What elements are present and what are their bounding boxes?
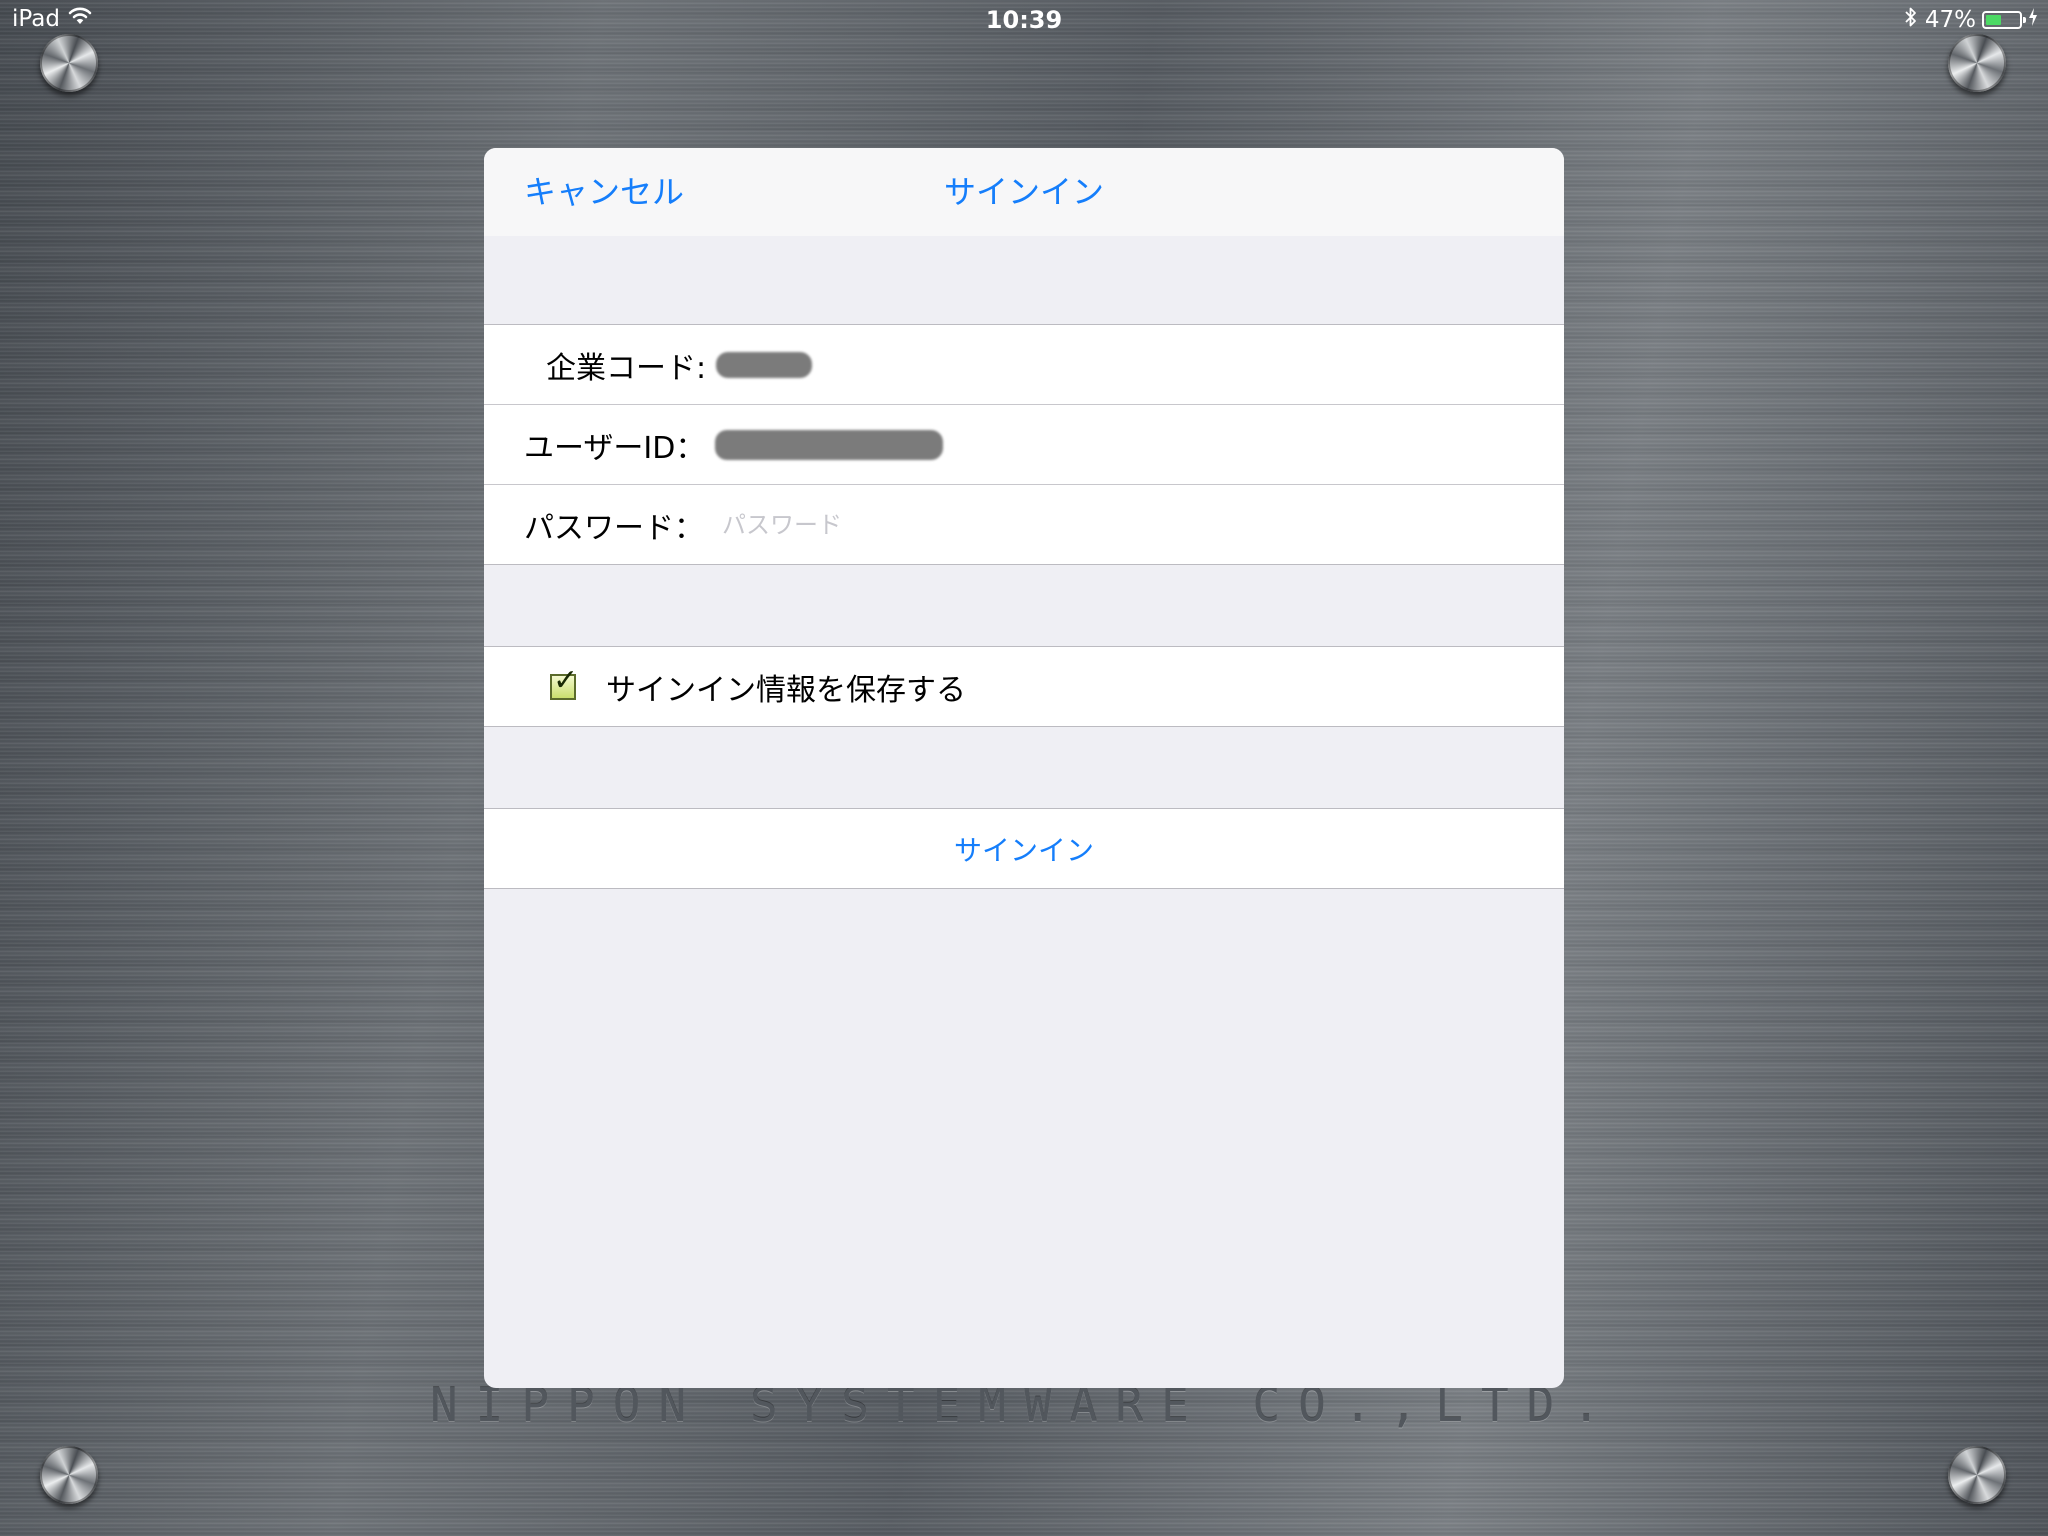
- save-info-label: サインイン情報を保存する: [606, 672, 966, 708]
- save-info-group: ✓ サインイン情報を保存する: [484, 646, 1564, 727]
- charging-bolt-icon: [2028, 7, 2038, 33]
- checkmark-icon: ✓: [553, 662, 579, 698]
- user-id-row[interactable]: ユーザーID：: [484, 404, 1564, 484]
- screen: iPad 10:39 47% NIPPON SYSTEMWARE CO.,LTD…: [0, 0, 2048, 1536]
- screw-bottom-left: [40, 1446, 98, 1504]
- screw-top-left: [40, 34, 98, 92]
- signin-modal: サインイン キャンセル 企業コード: ユーザーID： パスワード： ✓ サインイ…: [484, 148, 1564, 1388]
- modal-nav-bar: サインイン キャンセル: [484, 148, 1564, 236]
- bluetooth-icon: [1903, 6, 1919, 34]
- company-code-row[interactable]: 企業コード:: [484, 325, 1564, 404]
- status-bar: iPad 10:39 47%: [0, 0, 2048, 40]
- user-id-label: ユーザーID：: [524, 430, 706, 466]
- status-time: 10:39: [985, 6, 1063, 34]
- credentials-group: 企業コード: ユーザーID： パスワード：: [484, 324, 1564, 565]
- battery-fill: [1986, 15, 2001, 25]
- company-code-label: 企業コード:: [546, 350, 707, 386]
- password-field[interactable]: [720, 509, 1324, 540]
- status-right: 47%: [1903, 6, 2038, 34]
- password-row[interactable]: パスワード：: [484, 484, 1564, 564]
- user-id-redacted-value[interactable]: [715, 429, 944, 460]
- screw-top-right: [1948, 34, 2006, 92]
- save-info-checkbox[interactable]: ✓: [550, 665, 578, 700]
- signin-button[interactable]: サインイン: [484, 809, 1564, 888]
- signin-button-group: サインイン: [484, 808, 1564, 889]
- company-code-redacted-value[interactable]: [716, 351, 813, 378]
- cancel-button[interactable]: キャンセル: [524, 148, 684, 236]
- save-info-row[interactable]: ✓ サインイン情報を保存する: [484, 647, 1564, 726]
- screw-bottom-right: [1948, 1446, 2006, 1504]
- password-label: パスワード：: [524, 510, 704, 546]
- battery-tip: [2023, 17, 2026, 23]
- battery-icon: [1982, 11, 2026, 29]
- battery-percent: 47%: [1924, 7, 1976, 33]
